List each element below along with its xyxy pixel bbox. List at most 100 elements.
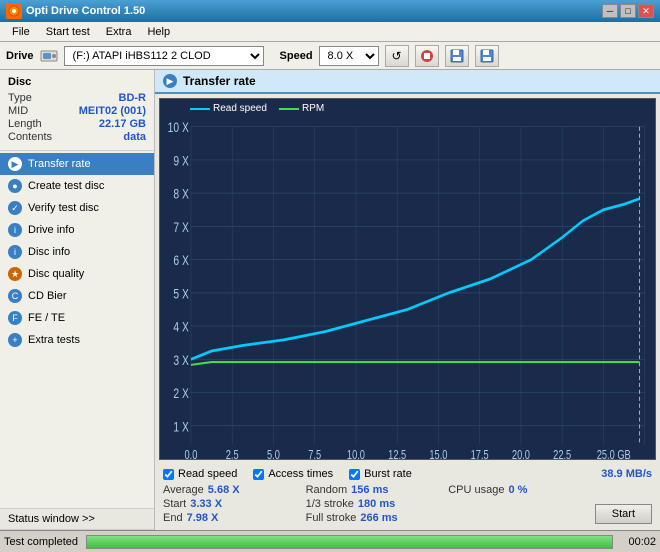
panel-header-icon: ▶ <box>163 74 177 88</box>
svg-text:1 X: 1 X <box>173 419 188 435</box>
refresh-button[interactable]: ↺ <box>385 45 409 67</box>
progress-container <box>86 535 613 549</box>
svg-text:22.5: 22.5 <box>553 449 571 459</box>
stats-row-1: Average 5.68 X Random 156 ms CPU usage 0… <box>163 484 591 496</box>
nav-disc-quality[interactable]: ★ Disc quality <box>0 263 154 285</box>
cb-burst-rate: Burst rate <box>349 468 412 480</box>
nav-fe-te[interactable]: F FE / TE <box>0 307 154 329</box>
disc-heading: Disc <box>8 76 146 88</box>
nav-create-test-disc-label: Create test disc <box>28 180 104 192</box>
svg-text:4 X: 4 X <box>173 319 188 335</box>
chart-legend: Read speed RPM <box>190 103 324 114</box>
nav-verify-test-disc[interactable]: ✓ Verify test disc <box>0 197 154 219</box>
nav-drive-info[interactable]: i Drive info <box>0 219 154 241</box>
create-test-disc-icon: ● <box>8 179 22 193</box>
maximize-button[interactable]: □ <box>620 4 636 18</box>
nav-transfer-rate[interactable]: ▶ Transfer rate <box>0 153 154 175</box>
stats-row-2: Start 3.33 X 1/3 stroke 180 ms <box>163 498 591 510</box>
svg-text:5.0: 5.0 <box>267 449 280 459</box>
svg-text:0.0: 0.0 <box>184 449 197 459</box>
stat-1-3-stroke-value: 180 ms <box>358 498 395 510</box>
titlebar: Opti Drive Control 1.50 ─ □ ✕ <box>0 0 660 22</box>
burst-rate-value: 38.9 MB/s <box>601 468 652 480</box>
save-button[interactable] <box>445 45 469 67</box>
svg-text:7 X: 7 X <box>173 219 188 235</box>
svg-text:10 X: 10 X <box>168 120 189 136</box>
menu-start-test[interactable]: Start test <box>38 24 98 40</box>
nav-extra-tests[interactable]: + Extra tests <box>0 329 154 351</box>
drivebar: Drive (F:) ATAPI iHBS112 2 CLOD Speed 8.… <box>0 42 660 70</box>
titlebar-left: Opti Drive Control 1.50 <box>6 3 145 19</box>
nav-drive-info-label: Drive info <box>28 224 74 236</box>
nav-cd-bier[interactable]: C CD Bier <box>0 285 154 307</box>
stat-cpu-label: CPU usage <box>448 484 504 496</box>
disc-info-icon: i <box>8 245 22 259</box>
disc-mid-row: MID MEIT02 (001) <box>8 105 146 117</box>
chart-svg: 10 X 9 X 8 X 7 X 6 X 5 X 4 X 3 X 2 X 1 X… <box>160 99 655 459</box>
cb-burst-rate-input[interactable] <box>349 469 360 480</box>
checkbox-row: Read speed Access times Burst rate 38.9 … <box>163 468 652 480</box>
cb-read-speed-input[interactable] <box>163 469 174 480</box>
stat-start-value: 3.33 X <box>190 498 222 510</box>
legend-read-speed: Read speed <box>190 103 267 114</box>
save2-button[interactable] <box>475 45 499 67</box>
disc-contents-label: Contents <box>8 131 52 143</box>
start-test-button[interactable]: Start <box>595 504 652 524</box>
close-button[interactable]: ✕ <box>638 4 654 18</box>
sidebar-nav: ▶ Transfer rate ● Create test disc ✓ Ver… <box>0 151 154 508</box>
menu-file[interactable]: File <box>4 24 38 40</box>
minimize-button[interactable]: ─ <box>602 4 618 18</box>
stats-row-3: End 7.98 X Full stroke 266 ms <box>163 512 591 524</box>
legend-rpm-label: RPM <box>302 103 324 114</box>
sidebar-bottom: Status window >> <box>0 508 154 530</box>
svg-text:20.0: 20.0 <box>512 449 530 459</box>
disc-type-value: BD-R <box>119 92 147 104</box>
menu-extra[interactable]: Extra <box>98 24 140 40</box>
nav-create-test-disc[interactable]: ● Create test disc <box>0 175 154 197</box>
svg-text:12.5: 12.5 <box>388 449 406 459</box>
cb-access-times: Access times <box>253 468 333 480</box>
svg-text:9 X: 9 X <box>173 153 188 169</box>
legend-rpm: RPM <box>279 103 324 114</box>
disc-mid-value: MEIT02 (001) <box>79 105 146 117</box>
speed-label: Speed <box>280 50 313 62</box>
stat-start: Start 3.33 X <box>163 498 306 510</box>
cb-read-speed: Read speed <box>163 468 237 480</box>
stats-area: Read speed Access times Burst rate 38.9 … <box>155 464 660 530</box>
status-window-button[interactable]: Status window >> <box>0 509 154 530</box>
statusbar: Test completed 00:02 <box>0 530 660 552</box>
app-title: Opti Drive Control 1.50 <box>26 5 145 17</box>
stat-end-label: End <box>163 512 183 524</box>
disc-type-row: Type BD-R <box>8 92 146 104</box>
svg-text:2.5: 2.5 <box>226 449 239 459</box>
stop-button[interactable] <box>415 45 439 67</box>
disc-mid-label: MID <box>8 105 28 117</box>
progress-bar <box>87 536 612 548</box>
speed-select[interactable]: 8.0 X <box>319 46 379 66</box>
svg-text:6 X: 6 X <box>173 253 188 269</box>
nav-transfer-rate-label: Transfer rate <box>28 158 91 170</box>
cd-bier-icon: C <box>8 289 22 303</box>
disc-contents-value: data <box>123 131 146 143</box>
nav-disc-info-label: Disc info <box>28 246 70 258</box>
transfer-rate-icon: ▶ <box>8 157 22 171</box>
svg-text:15.0: 15.0 <box>429 449 447 459</box>
nav-extra-tests-label: Extra tests <box>28 334 80 346</box>
stat-start-label: Start <box>163 498 186 510</box>
svg-text:25.0 GB: 25.0 GB <box>597 449 631 459</box>
panel-title: Transfer rate <box>183 74 256 88</box>
legend-read-speed-color <box>190 108 210 110</box>
svg-text:8 X: 8 X <box>173 186 188 202</box>
cb-burst-rate-label: Burst rate <box>364 468 412 480</box>
stat-random-value: 156 ms <box>351 484 388 496</box>
legend-rpm-color <box>279 108 299 110</box>
svg-text:10.0: 10.0 <box>347 449 365 459</box>
stat-average-label: Average <box>163 484 204 496</box>
menu-help[interactable]: Help <box>139 24 178 40</box>
disc-length-row: Length 22.17 GB <box>8 118 146 130</box>
nav-disc-info[interactable]: i Disc info <box>0 241 154 263</box>
cb-access-times-label: Access times <box>268 468 333 480</box>
cb-access-times-input[interactable] <box>253 469 264 480</box>
drive-select[interactable]: (F:) ATAPI iHBS112 2 CLOD <box>64 46 264 66</box>
drive-info-icon: i <box>8 223 22 237</box>
